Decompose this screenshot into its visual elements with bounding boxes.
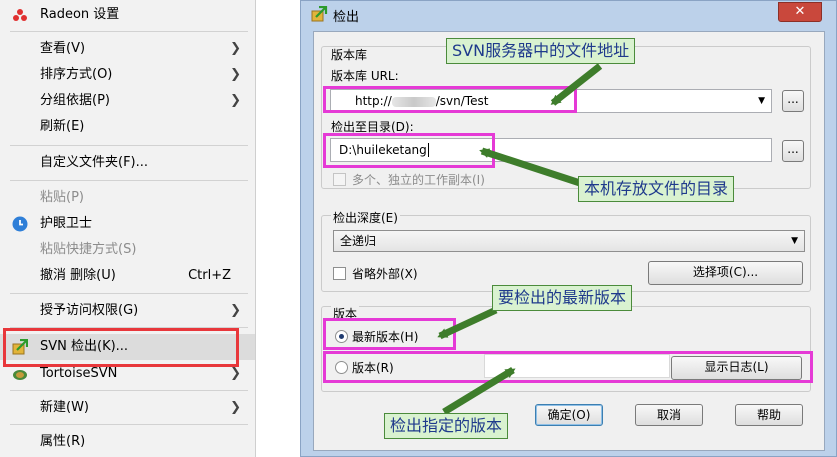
svn-checkout-highlight-box [3,328,239,367]
callout-local-dir: 本机存放文件的目录 [578,176,735,202]
menu-item-label: 属性(R) [40,434,86,449]
help-button[interactable]: 帮助 [735,404,803,426]
callout-svn-address: SVN服务器中的文件地址 [446,38,636,64]
menu-item-view[interactable]: 查看(V) ❯ [0,36,255,62]
dialog-title: 检出 [333,10,360,25]
choose-items-button[interactable]: 选择项(C)... [648,261,803,285]
revision-annotation-box [323,351,813,383]
menu-item-label: 粘贴快捷方式(S) [40,242,137,257]
menu-item-label: 查看(V) [40,41,86,56]
tortoisesvn-icon [13,370,27,380]
menu-item-label: 刷新(E) [40,119,85,134]
repo-browse-button[interactable]: ... [782,90,804,112]
repo-url-annotation-box [323,86,577,113]
svn-checkout-icon [311,6,328,22]
multiple-wc-checkbox[interactable] [333,173,346,186]
menu-item-label: 排序方式(O) [40,67,113,82]
omit-externals-checkbox[interactable] [333,267,346,280]
chevron-right-icon: ❯ [230,400,241,415]
menu-item-label: 护眼卫士 [40,216,93,231]
chevron-right-icon: ❯ [230,93,241,108]
radeon-icon [13,9,27,21]
eye-guard-icon [12,216,28,232]
close-button[interactable]: ✕ [778,2,822,22]
checkout-dir-annotation-box [323,133,495,168]
depth-select[interactable]: 全递归 ▼ [333,230,805,252]
repo-url-label: 版本库 URL: [331,69,399,83]
ok-button[interactable]: 确定(O) [535,404,603,426]
chevron-right-icon: ❯ [230,67,241,82]
menu-item-label: 粘贴(P) [40,190,84,205]
menu-separator [10,31,248,32]
menu-item-radeon-settings[interactable]: Radeon 设置 [0,2,255,28]
head-revision-annotation-box [323,318,456,350]
dropdown-arrow-icon[interactable]: ▼ [758,90,765,112]
menu-item-undo-delete[interactable]: 撤消 删除(U) Ctrl+Z [0,263,255,289]
menu-separator [10,145,248,146]
menu-item-customize-folder[interactable]: 自定义文件夹(F)... [0,150,255,176]
checkout-dialog: 检出 ✕ 版本库 版本库 URL: http:///svn/Test ▼ ...… [300,0,837,457]
menu-item-label: 新建(W) [40,400,89,415]
menu-separator [10,180,248,181]
depth-select-value: 全递归 [340,234,377,248]
depth-label: 检出深度(E) [331,209,400,226]
checkout-dir-browse-button[interactable]: ... [782,140,804,162]
menu-item-paste[interactable]: 粘贴(P) [0,185,255,211]
menu-item-label: 自定义文件夹(F)... [40,155,149,170]
menu-item-label: Radeon 设置 [40,7,120,22]
menu-item-shortcut: Ctrl+Z [188,268,231,283]
menu-item-label: 撤消 删除(U) [40,268,116,283]
menu-item-label: TortoiseSVN [40,366,118,381]
menu-item-label: 授予访问权限(G) [40,303,139,318]
chevron-right-icon: ❯ [230,41,241,56]
dropdown-arrow-icon[interactable]: ▼ [791,231,798,251]
repository-group-label: 版本库 [331,48,368,62]
menu-item-label: 分组依据(P) [40,93,110,108]
menu-item-group-by[interactable]: 分组依据(P) ❯ [0,88,255,114]
callout-specific-version: 检出指定的版本 [384,413,509,439]
omit-externals-label: 省略外部(X) [352,267,418,281]
chevron-right-icon: ❯ [230,303,241,318]
menu-item-refresh[interactable]: 刷新(E) [0,114,255,140]
multiple-wc-label: 多个、独立的工作副本(I) [352,173,485,187]
menu-separator [10,293,248,294]
menu-item-paste-shortcut[interactable]: 粘贴快捷方式(S) [0,237,255,263]
menu-item-properties[interactable]: 属性(R) [0,429,255,455]
callout-latest-version: 要检出的最新版本 [492,285,633,311]
menu-item-grant-access[interactable]: 授予访问权限(G) ❯ [0,298,255,324]
menu-separator [10,424,248,425]
menu-item-sort-by[interactable]: 排序方式(O) ❯ [0,62,255,88]
context-menu: Radeon 设置 查看(V) ❯ 排序方式(O) ❯ 分组依据(P) ❯ 刷新… [0,0,256,457]
menu-item-new[interactable]: 新建(W) ❯ [0,395,255,421]
cancel-button[interactable]: 取消 [635,404,703,426]
menu-separator [10,390,248,391]
menu-item-eye-guard[interactable]: 护眼卫士 [0,211,255,237]
